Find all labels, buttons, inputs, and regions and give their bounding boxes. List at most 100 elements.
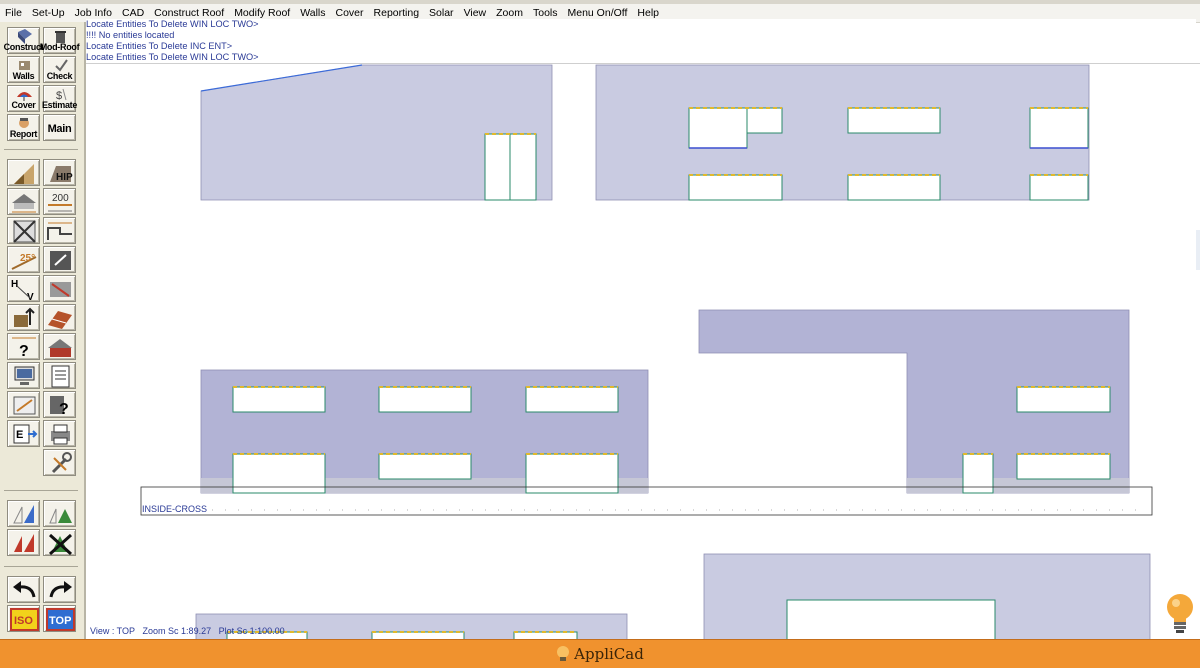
eave-dimension-button[interactable] <box>7 188 40 215</box>
layer-triangles-alt-button[interactable] <box>43 500 76 527</box>
brand-lightbulb-icon <box>557 646 570 661</box>
menu-construct-roof[interactable]: Construct Roof <box>149 7 229 19</box>
walls-icon <box>19 61 30 70</box>
walls-button[interactable]: Walls <box>7 56 40 83</box>
window-opening[interactable] <box>1029 174 1089 201</box>
door-opening[interactable] <box>786 599 996 639</box>
top-view-icon: TOP <box>46 608 75 631</box>
brand-bar: AppliCad <box>0 639 1200 668</box>
help-query-button[interactable]: ? <box>43 391 76 418</box>
redo-button[interactable] <box>43 576 76 603</box>
measure-icon <box>13 396 36 415</box>
window-opening[interactable] <box>371 631 465 639</box>
hv-toggle-button[interactable]: HV <box>7 275 40 303</box>
window-opening[interactable] <box>688 107 748 149</box>
svg-text:?: ? <box>59 401 69 418</box>
mod-roof-button[interactable]: Mod-Roof <box>40 27 80 54</box>
measure-button[interactable] <box>7 391 40 418</box>
menu-job-info[interactable]: Job Info <box>70 7 117 19</box>
roof-pitch-button[interactable] <box>7 159 40 186</box>
layer-off-button[interactable] <box>43 529 76 556</box>
menu-walls[interactable]: Walls <box>295 7 330 19</box>
move-icon <box>14 307 35 327</box>
window-opening[interactable] <box>746 107 783 134</box>
window-opening[interactable] <box>525 386 619 413</box>
layer-triangles-button[interactable] <box>7 500 40 527</box>
estimate-button[interactable]: $ Estimate <box>42 85 77 112</box>
construct-button[interactable]: Construct <box>4 27 44 54</box>
triangles-green-icon <box>49 508 72 524</box>
window-opening[interactable] <box>1016 453 1111 480</box>
menu-reporting[interactable]: Reporting <box>369 7 425 19</box>
delete-opening-button[interactable] <box>43 275 76 302</box>
roof-pitch-icon <box>14 164 34 184</box>
svg-text:?: ? <box>19 343 29 360</box>
view-mode: View : TOP <box>90 626 136 636</box>
export-button[interactable]: E <box>7 420 40 447</box>
trash-icon <box>55 31 66 43</box>
wall-profile-button[interactable] <box>43 217 76 244</box>
lightbulb-icon[interactable] <box>1163 592 1197 636</box>
svg-text:H: H <box>11 279 18 290</box>
menu-modify-roof[interactable]: Modify Roof <box>229 7 295 19</box>
menu-view[interactable]: View <box>459 7 492 19</box>
command-log: Locate Entities To Delete WIN LOC TWO> !… <box>86 19 1196 63</box>
window-opening[interactable] <box>1029 107 1089 149</box>
menu-zoom[interactable]: Zoom <box>491 7 528 19</box>
svg-text:E: E <box>16 429 23 441</box>
roof-tiles-button[interactable] <box>43 304 76 331</box>
window-opening[interactable] <box>232 386 326 413</box>
menu-cover[interactable]: Cover <box>331 7 369 19</box>
angle-25-button[interactable]: 25° <box>7 246 40 273</box>
move-entity-button[interactable] <box>7 304 40 331</box>
hip-button[interactable]: HIP <box>43 159 76 186</box>
delete-entity-button[interactable] <box>7 217 40 244</box>
window-opening[interactable] <box>847 174 941 201</box>
window-opening[interactable] <box>378 386 472 413</box>
hip-label: HIP <box>56 172 73 183</box>
monitor-icon <box>14 366 35 385</box>
check-button[interactable]: Check <box>43 56 76 83</box>
check-icon <box>55 59 68 72</box>
iso-view-button[interactable]: ISO <box>7 605 40 632</box>
menu-file[interactable]: File <box>0 7 27 19</box>
undo-button[interactable] <box>7 576 40 603</box>
document-button[interactable] <box>43 362 76 389</box>
main-button[interactable]: Main <box>43 114 76 141</box>
window-opening[interactable] <box>688 174 783 201</box>
window-opening[interactable] <box>513 631 578 639</box>
dimension-200-button[interactable]: 200 <box>43 188 76 215</box>
iso-label: ISO <box>14 615 33 627</box>
layer-red-button[interactable] <box>7 529 40 556</box>
computer-button[interactable] <box>7 362 40 389</box>
window-opening[interactable] <box>378 453 472 480</box>
layer-off-icon <box>48 533 73 556</box>
plot-scale: Plot Sc 1:100.00 <box>218 626 285 636</box>
main-label: Main <box>47 123 72 135</box>
menu-on-off[interactable]: Menu On/Off <box>563 7 633 19</box>
menu-solar[interactable]: Solar <box>424 7 459 19</box>
window-opening[interactable] <box>847 107 941 134</box>
menu-help[interactable]: Help <box>632 7 664 19</box>
print-button[interactable] <box>43 420 76 447</box>
document-icon <box>51 365 70 388</box>
query-dimension-button[interactable]: ? <box>7 333 40 360</box>
drawing-canvas[interactable]: INSIDE-CROSS <box>86 64 1200 639</box>
wall-elevation[interactable] <box>595 64 1090 201</box>
rotate-button[interactable] <box>43 246 76 273</box>
top-view-button[interactable]: TOP <box>43 605 76 632</box>
menu-cad[interactable]: CAD <box>117 7 149 19</box>
left-toolbar: Construct Mod-Roof Walls Check Cover $ E… <box>0 22 86 639</box>
menu-tools[interactable]: Tools <box>528 7 563 19</box>
tools-button[interactable] <box>43 449 76 476</box>
brick-wall-icon <box>48 339 72 357</box>
drawing-svg[interactable] <box>86 64 1200 639</box>
cover-button[interactable]: Cover <box>7 85 40 112</box>
estimate-icon: $ <box>56 88 67 102</box>
report-button[interactable]: Report <box>7 114 40 141</box>
wrench-icon <box>51 452 72 474</box>
umbrella-icon <box>17 92 32 101</box>
menu-setup[interactable]: Set-Up <box>27 7 70 19</box>
window-opening[interactable] <box>1016 386 1111 413</box>
brick-wall-button[interactable] <box>43 333 76 360</box>
